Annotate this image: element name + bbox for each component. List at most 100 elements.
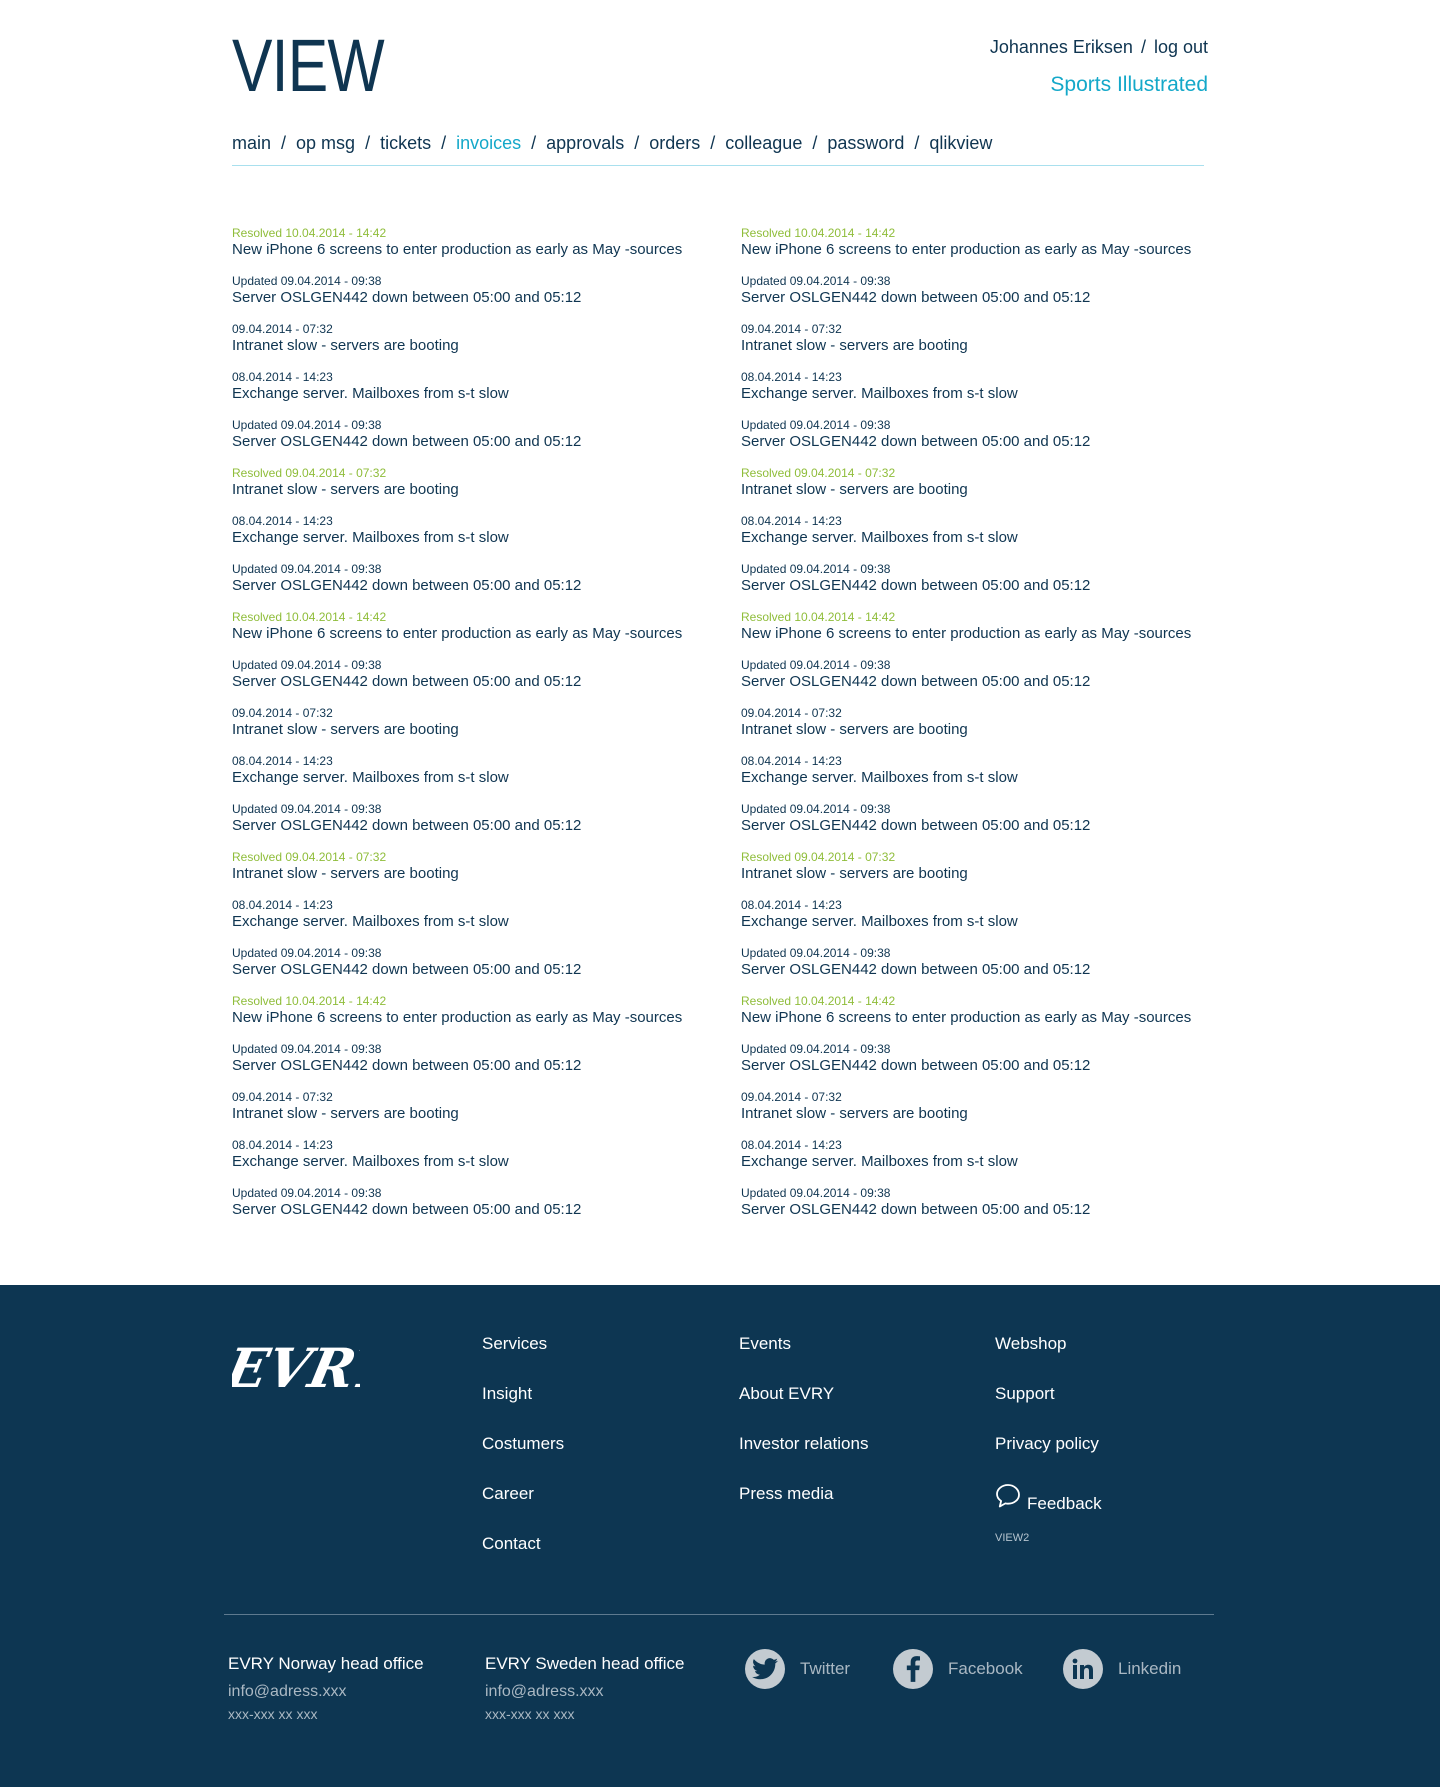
footer-link-services[interactable]: Services xyxy=(482,1333,564,1383)
message-title[interactable]: Server OSLGEN442 down between 05:00 and … xyxy=(741,673,1241,691)
feedback-link[interactable]: Feedback xyxy=(995,1483,1102,1533)
message-item[interactable]: 09.04.2014 - 07:32 Intranet slow - server… xyxy=(232,1090,732,1138)
message-item[interactable]: Updated 09.04.2014 - 09:38 Server OSLGEN4… xyxy=(232,946,732,994)
message-title[interactable]: Server OSLGEN442 down between 05:00 and … xyxy=(232,961,732,979)
footer-link-events[interactable]: Events xyxy=(739,1333,868,1383)
message-item[interactable]: Updated 09.04.2014 - 09:38 Server OSLGEN4… xyxy=(741,1042,1241,1090)
footer-link-support[interactable]: Support xyxy=(995,1383,1102,1433)
social-label[interactable]: Twitter xyxy=(800,1659,850,1679)
message-item[interactable]: Resolved 10.04.2014 - 14:42 New iPhone 6 … xyxy=(741,226,1241,274)
footer-link-press-media[interactable]: Press media xyxy=(739,1483,868,1533)
message-item[interactable]: 09.04.2014 - 07:32 Intranet slow - server… xyxy=(232,322,732,370)
social-facebook[interactable]: Facebook xyxy=(893,1649,1023,1689)
social-twitter[interactable]: Twitter xyxy=(745,1649,850,1689)
message-item[interactable]: Resolved 09.04.2014 - 07:32 Intranet slow… xyxy=(741,466,1241,514)
message-title[interactable]: Server OSLGEN442 down between 05:00 and … xyxy=(232,433,732,451)
message-item[interactable]: Resolved 10.04.2014 - 14:42 New iPhone 6 … xyxy=(741,610,1241,658)
message-item[interactable]: Resolved 10.04.2014 - 14:42 New iPhone 6 … xyxy=(741,994,1241,1042)
message-title[interactable]: Intranet slow - servers are booting xyxy=(741,481,1241,499)
user-name[interactable]: Johannes Eriksen xyxy=(990,37,1133,57)
footer-link-costumers[interactable]: Costumers xyxy=(482,1433,564,1483)
message-title[interactable]: Intranet slow - servers are booting xyxy=(741,865,1241,883)
message-title[interactable]: New iPhone 6 screens to enter production… xyxy=(232,241,732,259)
footer-link-about-evry[interactable]: About EVRY xyxy=(739,1383,868,1433)
message-title[interactable]: Intranet slow - servers are booting xyxy=(741,721,1241,739)
message-title[interactable]: Exchange server. Mailboxes from s-t slow xyxy=(741,769,1241,787)
message-item[interactable]: Updated 09.04.2014 - 09:38 Server OSLGEN4… xyxy=(741,802,1241,850)
message-title[interactable]: New iPhone 6 screens to enter production… xyxy=(741,625,1241,643)
message-item[interactable]: Resolved 10.04.2014 - 14:42 New iPhone 6 … xyxy=(232,610,732,658)
message-title[interactable]: Exchange server. Mailboxes from s-t slow xyxy=(232,1153,732,1171)
message-item[interactable]: 08.04.2014 - 14:23 Exchange server. Mailb… xyxy=(232,1138,732,1186)
facebook-icon[interactable] xyxy=(893,1649,933,1689)
message-item[interactable]: Updated 09.04.2014 - 09:38 Server OSLGEN4… xyxy=(232,1042,732,1090)
footer-link-webshop[interactable]: Webshop xyxy=(995,1333,1102,1383)
message-item[interactable]: 09.04.2014 - 07:32 Intranet slow - server… xyxy=(741,322,1241,370)
message-title[interactable]: Server OSLGEN442 down between 05:00 and … xyxy=(232,577,732,595)
message-item[interactable]: Updated 09.04.2014 - 09:38 Server OSLGEN4… xyxy=(741,418,1241,466)
footer-link-privacy-policy[interactable]: Privacy policy xyxy=(995,1433,1102,1483)
nav-item-main[interactable]: main xyxy=(232,133,271,153)
nav-item-colleague[interactable]: colleague xyxy=(725,133,802,153)
message-item[interactable]: 08.04.2014 - 14:23 Exchange server. Mailb… xyxy=(741,1138,1241,1186)
message-item[interactable]: Updated 09.04.2014 - 09:38 Server OSLGEN4… xyxy=(741,1186,1241,1234)
nav-item-invoices[interactable]: invoices xyxy=(456,133,521,153)
message-title[interactable]: Server OSLGEN442 down between 05:00 and … xyxy=(232,289,732,307)
footer-link-career[interactable]: Career xyxy=(482,1483,564,1533)
message-item[interactable]: Resolved 10.04.2014 - 14:42 New iPhone 6 … xyxy=(232,226,732,274)
message-title[interactable]: Exchange server. Mailboxes from s-t slow xyxy=(741,385,1241,403)
message-item[interactable]: Resolved 09.04.2014 - 07:32 Intranet slow… xyxy=(232,850,732,898)
message-title[interactable]: Exchange server. Mailboxes from s-t slow xyxy=(741,913,1241,931)
message-item[interactable]: Updated 09.04.2014 - 09:38 Server OSLGEN4… xyxy=(232,1186,732,1234)
message-item[interactable]: 09.04.2014 - 07:32 Intranet slow - server… xyxy=(741,706,1241,754)
message-title[interactable]: Server OSLGEN442 down between 05:00 and … xyxy=(741,817,1241,835)
message-item[interactable]: 08.04.2014 - 14:23 Exchange server. Mailb… xyxy=(232,898,732,946)
message-title[interactable]: New iPhone 6 screens to enter production… xyxy=(741,1009,1241,1027)
message-title[interactable]: Exchange server. Mailboxes from s-t slow xyxy=(232,769,732,787)
message-title[interactable]: Server OSLGEN442 down between 05:00 and … xyxy=(232,1057,732,1075)
message-title[interactable]: Server OSLGEN442 down between 05:00 and … xyxy=(741,1057,1241,1075)
message-item[interactable]: 08.04.2014 - 14:23 Exchange server. Mailb… xyxy=(741,754,1241,802)
message-item[interactable]: Resolved 10.04.2014 - 14:42 New iPhone 6 … xyxy=(232,994,732,1042)
message-item[interactable]: 08.04.2014 - 14:23 Exchange server. Mailb… xyxy=(232,370,732,418)
footer-link-insight[interactable]: Insight xyxy=(482,1383,564,1433)
message-item[interactable]: Updated 09.04.2014 - 09:38 Server OSLGEN4… xyxy=(741,658,1241,706)
message-item[interactable]: 09.04.2014 - 07:32 Intranet slow - server… xyxy=(741,1090,1241,1138)
logout-link[interactable]: log out xyxy=(1154,37,1208,57)
twitter-icon[interactable] xyxy=(745,1649,785,1689)
message-item[interactable]: 08.04.2014 - 14:23 Exchange server. Mailb… xyxy=(741,514,1241,562)
message-item[interactable]: Updated 09.04.2014 - 09:38 Server OSLGEN4… xyxy=(232,802,732,850)
message-title[interactable]: Intranet slow - servers are booting xyxy=(741,337,1241,355)
message-title[interactable]: Exchange server. Mailboxes from s-t slow xyxy=(232,529,732,547)
social-linkedin[interactable]: Linkedin xyxy=(1063,1649,1181,1689)
message-title[interactable]: New iPhone 6 screens to enter production… xyxy=(741,241,1241,259)
message-title[interactable]: Intranet slow - servers are booting xyxy=(232,337,732,355)
message-title[interactable]: Server OSLGEN442 down between 05:00 and … xyxy=(741,433,1241,451)
footer-link-contact[interactable]: Contact xyxy=(482,1533,564,1583)
message-title[interactable]: Exchange server. Mailboxes from s-t slow xyxy=(232,913,732,931)
message-title[interactable]: Intranet slow - servers are booting xyxy=(232,481,732,499)
message-title[interactable]: Server OSLGEN442 down between 05:00 and … xyxy=(741,961,1241,979)
app-logo[interactable]: VIEW xyxy=(232,26,385,106)
message-item[interactable]: 09.04.2014 - 07:32 Intranet slow - server… xyxy=(232,706,732,754)
message-title[interactable]: Server OSLGEN442 down between 05:00 and … xyxy=(232,817,732,835)
evry-logo[interactable]: EVRY xyxy=(218,1335,403,1412)
social-label[interactable]: Linkedin xyxy=(1118,1659,1181,1679)
message-title[interactable]: Server OSLGEN442 down between 05:00 and … xyxy=(232,673,732,691)
message-title[interactable]: Server OSLGEN442 down between 05:00 and … xyxy=(741,577,1241,595)
message-title[interactable]: New iPhone 6 screens to enter production… xyxy=(232,625,732,643)
message-title[interactable]: Intranet slow - servers are booting xyxy=(232,1105,732,1123)
message-item[interactable]: Updated 09.04.2014 - 09:38 Server OSLGEN4… xyxy=(741,946,1241,994)
office-email[interactable]: info@adress.xxx xyxy=(228,1681,424,1703)
message-title[interactable]: Intranet slow - servers are booting xyxy=(741,1105,1241,1123)
nav-item-tickets[interactable]: tickets xyxy=(380,133,431,153)
nav-item-approvals[interactable]: approvals xyxy=(546,133,624,153)
message-item[interactable]: 08.04.2014 - 14:23 Exchange server. Mailb… xyxy=(232,514,732,562)
message-title[interactable]: Server OSLGEN442 down between 05:00 and … xyxy=(741,289,1241,307)
message-title[interactable]: Exchange server. Mailboxes from s-t slow xyxy=(741,529,1241,547)
message-item[interactable]: Resolved 09.04.2014 - 07:32 Intranet slow… xyxy=(741,850,1241,898)
footer-link-investor-relations[interactable]: Investor relations xyxy=(739,1433,868,1483)
message-item[interactable]: 08.04.2014 - 14:23 Exchange server. Mailb… xyxy=(741,898,1241,946)
message-title[interactable]: Intranet slow - servers are booting xyxy=(232,865,732,883)
message-item[interactable]: Updated 09.04.2014 - 09:38 Server OSLGEN4… xyxy=(741,562,1241,610)
